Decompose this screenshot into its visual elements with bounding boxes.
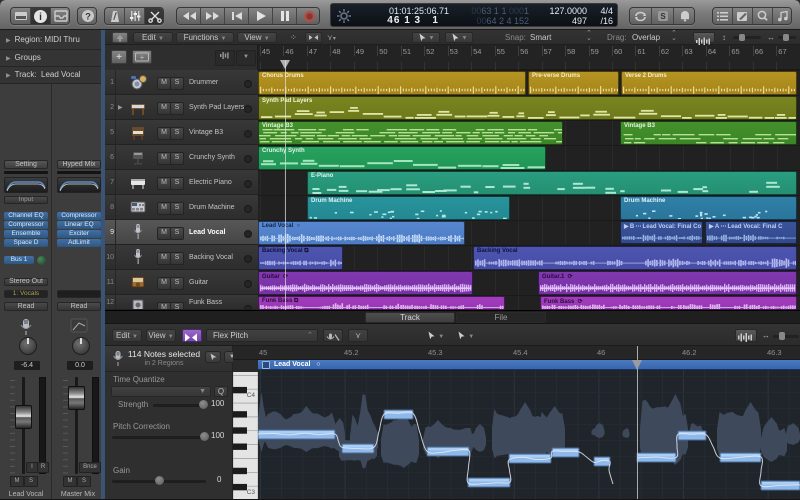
svg-text:C3: C3 [247, 489, 256, 496]
svg-text:i: i [39, 12, 42, 23]
svg-text:?: ? [85, 12, 91, 23]
svg-text:+: + [140, 53, 145, 62]
svg-text:S: S [660, 12, 666, 21]
svg-text:C4: C4 [247, 392, 256, 399]
